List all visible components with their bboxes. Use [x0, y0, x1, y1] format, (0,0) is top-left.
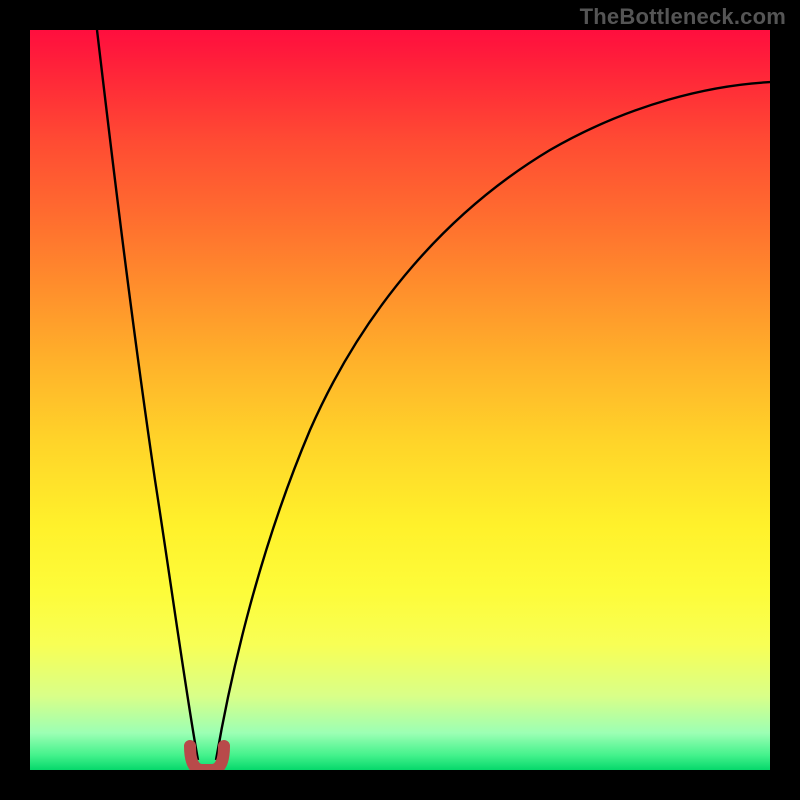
- chart-container: TheBottleneck.com: [0, 0, 800, 800]
- plot-area: [30, 30, 770, 770]
- optimal-marker: [190, 746, 224, 770]
- chart-svg: [30, 30, 770, 770]
- curve-right: [216, 82, 770, 760]
- watermark-label: TheBottleneck.com: [580, 4, 786, 30]
- curve-left: [97, 30, 198, 760]
